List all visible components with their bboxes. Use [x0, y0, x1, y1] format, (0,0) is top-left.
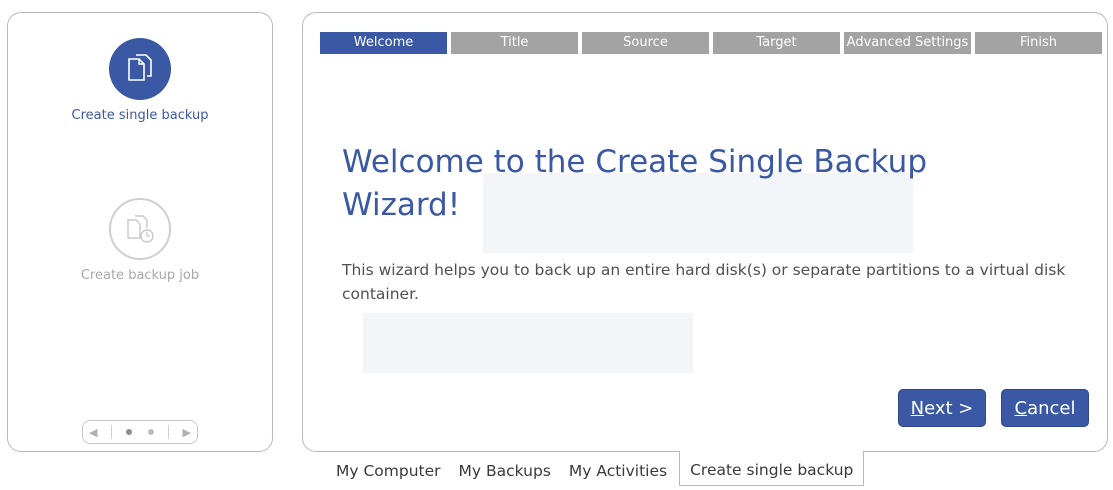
wizard-description: This wizard helps you to back up an enti…: [342, 261, 1066, 303]
action-label: Create backup job: [80, 268, 200, 283]
sidebar-panel: Create single backup Create backup job ◀…: [7, 12, 273, 452]
chevron-left-icon[interactable]: ◀: [89, 426, 97, 439]
next-button[interactable]: Next >: [898, 389, 986, 427]
cancel-mnemonic: C: [1014, 398, 1028, 419]
divider: [111, 425, 113, 439]
chevron-right-icon[interactable]: ▶: [183, 426, 191, 439]
files-icon: [109, 38, 171, 100]
cancel-button[interactable]: Cancel: [1001, 389, 1089, 427]
page-dot[interactable]: [126, 429, 132, 435]
tab-my-activities[interactable]: My Activities: [563, 452, 673, 486]
step-finish: Finish: [975, 32, 1102, 54]
divider: [167, 425, 169, 439]
step-title: Title: [451, 32, 578, 54]
bottom-tabs: My Computer My Backups My Activities Cre…: [330, 451, 870, 486]
step-target: Target: [713, 32, 840, 54]
tab-my-backups[interactable]: My Backups: [453, 452, 557, 486]
backup-job-clock-icon: [109, 198, 171, 260]
next-label: ext >: [924, 398, 974, 419]
next-mnemonic: N: [910, 398, 925, 419]
page-dot[interactable]: [148, 429, 154, 435]
create-single-backup-action[interactable]: Create single backup: [8, 38, 272, 123]
create-backup-job-action[interactable]: Create backup job: [8, 198, 272, 283]
step-advanced-settings: Advanced Settings: [844, 32, 971, 54]
wizard-panel: Welcome Title Source Target Advanced Set…: [302, 12, 1108, 452]
cancel-label: ancel: [1027, 398, 1076, 419]
page-indicator: ◀ ▶: [82, 420, 198, 444]
tab-my-computer[interactable]: My Computer: [330, 452, 447, 486]
step-welcome: Welcome: [320, 32, 447, 54]
step-source: Source: [582, 32, 709, 54]
tab-create-single-backup[interactable]: Create single backup: [679, 451, 865, 486]
action-label: Create single backup: [71, 108, 209, 123]
wizard-steps: Welcome Title Source Target Advanced Set…: [320, 32, 1102, 54]
wizard-heading: Welcome to the Create Single Backup Wiza…: [342, 144, 928, 223]
background-decoration: [363, 313, 693, 373]
